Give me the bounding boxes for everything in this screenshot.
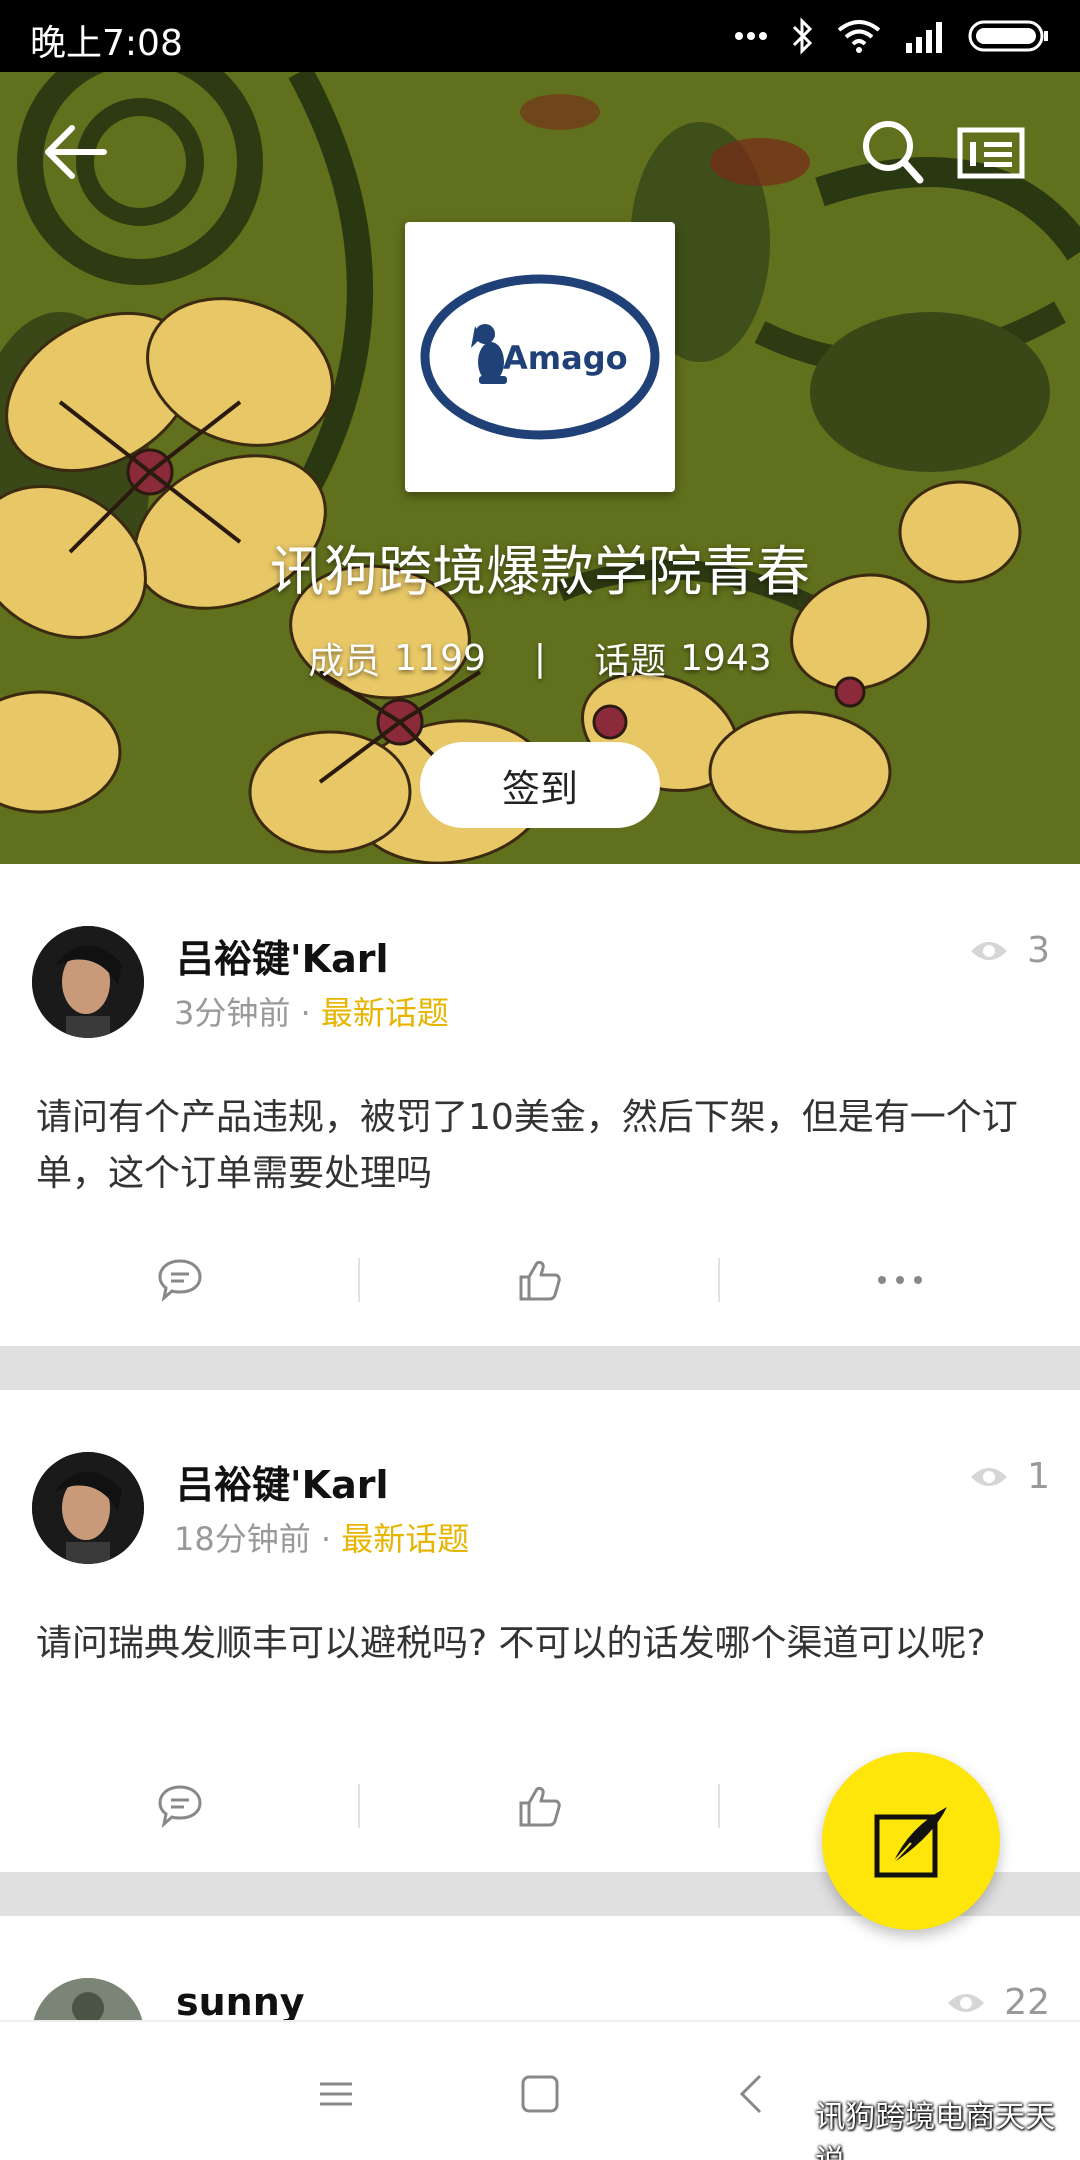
- back-arrow-icon[interactable]: [36, 112, 116, 192]
- post-meta: 3分钟前 · 最新话题: [174, 988, 449, 1034]
- bluetooth-icon: [792, 17, 813, 55]
- view-count-value: 1: [1027, 1456, 1050, 1497]
- post-meta: 18分钟前 · 最新话题: [174, 1514, 469, 1560]
- group-stats: 成员 1199 | 话题 1943: [0, 632, 1080, 684]
- post-author[interactable]: sunny: [176, 1980, 305, 2020]
- group-header: Amago 讯狗跨境爆款学院青春 成员 1199 | 话题 1943 签到: [0, 72, 1080, 864]
- action-divider: [718, 1784, 720, 1828]
- checkin-button[interactable]: 签到: [420, 742, 660, 828]
- comment-icon: [158, 1785, 202, 1829]
- comment-icon: [158, 1259, 202, 1303]
- view-count-value: 3: [1027, 930, 1050, 971]
- eye-icon: [948, 1993, 985, 2012]
- amago-logo-image: Amago: [420, 274, 660, 440]
- post-actions: [0, 1250, 1080, 1310]
- post-author[interactable]: 吕裕键'Karl: [176, 928, 389, 983]
- avatar[interactable]: [32, 926, 144, 1038]
- members-label: 成员: [308, 641, 381, 682]
- post-category[interactable]: 最新话题: [321, 994, 449, 1032]
- view-count-value: 22: [1004, 1982, 1050, 2020]
- like-button[interactable]: [360, 1776, 720, 1836]
- wifi-icon: [837, 20, 881, 53]
- watermark: 讯狗跨境电商天天说: [768, 2092, 1080, 2160]
- watermark-text: 讯狗跨境电商天天说: [815, 2100, 1056, 2160]
- post-author[interactable]: 吕裕键'Karl: [176, 1454, 389, 1509]
- status-bar: 晚上7:08: [0, 0, 1080, 72]
- group-name: 讯狗跨境爆款学院青春: [270, 540, 810, 603]
- post-content[interactable]: 请问瑞典发顺丰可以避税吗? 不可以的话发哪个渠道可以呢?: [36, 1616, 1046, 1672]
- meta-dot: ·: [300, 994, 311, 1032]
- topics-count: 1943: [680, 637, 772, 679]
- post-category[interactable]: 最新话题: [341, 1520, 469, 1558]
- view-count: 22: [946, 1982, 1050, 2020]
- post-time: 18分钟前: [174, 1520, 311, 1558]
- status-icons: [734, 14, 1050, 58]
- group-info-icon[interactable]: [956, 118, 1026, 188]
- more-icon: [878, 1276, 922, 1284]
- comment-button[interactable]: [0, 1250, 360, 1310]
- eye-icon: [971, 1467, 1008, 1486]
- comment-button[interactable]: [0, 1776, 360, 1836]
- signal-icon: [906, 22, 942, 53]
- group-logo: Amago: [405, 222, 675, 492]
- compose-button[interactable]: [822, 1752, 1000, 1930]
- post-card[interactable]: 吕裕键'Karl 3分钟前 · 最新话题 3 请问有个产品违规，被罚了10美金，…: [0, 864, 1080, 1346]
- wechat-icon: [768, 2122, 806, 2149]
- home-icon[interactable]: [510, 2064, 570, 2124]
- post-card[interactable]: sunny 22: [0, 1916, 1080, 2020]
- status-time: 晚上7:08: [30, 23, 183, 64]
- like-icon: [519, 1260, 561, 1301]
- members-count: 1199: [394, 637, 486, 679]
- menu-icon[interactable]: [306, 2064, 366, 2124]
- more-button[interactable]: [720, 1250, 1080, 1310]
- view-count: 1: [969, 1456, 1050, 1497]
- like-icon: [519, 1786, 561, 1827]
- avatar[interactable]: [32, 1452, 144, 1564]
- post-divider: [0, 1346, 1080, 1390]
- logo-text: Amago: [503, 339, 628, 377]
- post-content[interactable]: 请问有个产品违规，被罚了10美金，然后下架，但是有一个订单，这个订单需要处理吗: [36, 1090, 1046, 1202]
- search-icon[interactable]: [858, 112, 928, 192]
- stats-separator: |: [533, 637, 547, 679]
- view-count: 3: [969, 930, 1050, 971]
- meta-dot: ·: [320, 1520, 332, 1558]
- topics-label: 话题: [594, 641, 667, 682]
- like-button[interactable]: [360, 1250, 720, 1310]
- avatar[interactable]: [32, 1978, 144, 2020]
- more-dots-icon: [735, 32, 767, 40]
- post-time: 3分钟前: [174, 994, 291, 1032]
- compose-icon: [874, 1807, 947, 1878]
- eye-icon: [971, 941, 1008, 960]
- battery-icon: [968, 20, 1048, 52]
